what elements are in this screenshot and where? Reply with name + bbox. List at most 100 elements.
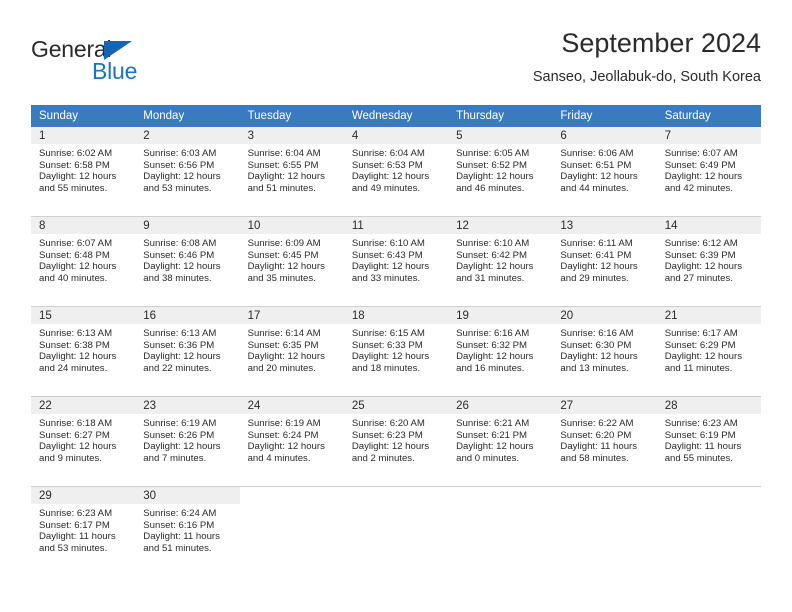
calendar-week-row: 1 Sunrise: 6:02 AM Sunset: 6:58 PM Daylight…: [31, 127, 761, 216]
sunset-text: Sunset: 6:33 PM: [351, 339, 423, 351]
day-cell[interactable]: 17 Sunrise: 6:14 AM Sunset: 6:35 PM Dayligh…: [239, 307, 344, 396]
day-cell[interactable]: 13 Sunrise: 6:11 AM Sunset: 6:41 PM Dayligh…: [552, 217, 657, 306]
day-cell[interactable]: 25 Sunrise: 6:20 AM Sunset: 6:23 PM Dayligh…: [343, 397, 449, 486]
day-cell[interactable]: 20 Sunrise: 6:16 AM Sunset: 6:30 PM Dayligh…: [552, 307, 657, 396]
day-cell[interactable]: 23 Sunrise: 6:19 AM Sunset: 6:26 PM Dayligh…: [135, 397, 240, 486]
daylight-text-line2: and 29 minutes.: [560, 272, 629, 284]
calendar-cell: 17 Sunrise: 6:14 AM Sunset: 6:35 PM Dayligh…: [239, 307, 344, 396]
day-cell[interactable]: 5 Sunrise: 6:05 AM Sunset: 6:52 PM Daylight…: [448, 127, 553, 216]
day-cell-empty: [656, 487, 761, 576]
day-number: 13: [552, 217, 657, 234]
day-details: Sunrise: 6:13 AM Sunset: 6:38 PM Daylight:…: [31, 324, 135, 374]
calendar-table: Sunday Monday Tuesday Wednesday Thursday…: [31, 105, 761, 576]
day-number: 27: [552, 397, 657, 414]
day-details: Sunrise: 6:04 AM Sunset: 6:53 PM Daylight:…: [344, 144, 448, 194]
day-details: Sunrise: 6:13 AM Sunset: 6:36 PM Daylight:…: [135, 324, 239, 374]
calendar-cell: 18 Sunrise: 6:15 AM Sunset: 6:33 PM Dayligh…: [343, 307, 449, 396]
sunrise-text: Sunrise: 6:03 AM: [143, 148, 217, 159]
day-cell[interactable]: 11 Sunrise: 6:10 AM Sunset: 6:43 PM Dayligh…: [343, 217, 449, 306]
day-details: Sunrise: 6:12 AM Sunset: 6:39 PM Daylight:…: [657, 234, 761, 284]
day-cell-empty: [448, 487, 553, 576]
sunset-text: Sunset: 6:56 PM: [143, 159, 215, 171]
daylight-text-line2: and 53 minutes.: [39, 542, 108, 554]
daylight-text-line1: Daylight: 12 hours: [351, 261, 430, 273]
calendar-cell: 27 Sunrise: 6:22 AM Sunset: 6:20 PM Dayligh…: [552, 397, 657, 486]
day-cell[interactable]: 28 Sunrise: 6:23 AM Sunset: 6:19 PM Dayligh…: [656, 397, 761, 486]
sunset-text: Sunset: 6:46 PM: [143, 249, 215, 261]
day-cell[interactable]: 22 Sunrise: 6:18 AM Sunset: 6:27 PM Dayligh…: [31, 397, 136, 486]
daylight-text-line2: and 13 minutes.: [560, 362, 629, 374]
daylight-text-line1: Daylight: 12 hours: [39, 351, 117, 363]
daylight-text-line1: Daylight: 12 hours: [351, 351, 430, 363]
calendar-cell: 24 Sunrise: 6:19 AM Sunset: 6:24 PM Dayligh…: [239, 397, 344, 486]
daylight-text-line2: and 33 minutes.: [351, 272, 421, 284]
sunrise-text: Sunrise: 6:09 AM: [247, 238, 321, 249]
sunrise-text: Sunrise: 6:22 AM: [560, 418, 634, 429]
day-number: [448, 487, 552, 504]
sunset-text: Sunset: 6:52 PM: [456, 159, 528, 171]
day-number: 24: [239, 397, 344, 414]
general-blue-logo[interactable]: General Blue: [31, 36, 231, 90]
day-cell[interactable]: 30 Sunrise: 6:24 AM Sunset: 6:16 PM Dayligh…: [135, 487, 240, 576]
sunrise-text: Sunrise: 6:13 AM: [143, 328, 217, 339]
day-cell[interactable]: 27 Sunrise: 6:22 AM Sunset: 6:20 PM Dayligh…: [552, 397, 657, 486]
daylight-text-line1: Daylight: 12 hours: [247, 441, 325, 453]
day-cell[interactable]: 12 Sunrise: 6:10 AM Sunset: 6:42 PM Dayligh…: [448, 217, 553, 306]
daylight-text-line1: Daylight: 12 hours: [143, 261, 221, 273]
weekday-header-tuesday: Tuesday: [239, 105, 344, 127]
daylight-text-line2: and 49 minutes.: [351, 182, 421, 194]
sunset-text: Sunset: 6:43 PM: [351, 249, 423, 261]
calendar-cell: 2 Sunrise: 6:03 AM Sunset: 6:56 PM Daylight…: [135, 127, 240, 216]
sunset-text: Sunset: 6:29 PM: [664, 339, 736, 351]
sunrise-text: Sunrise: 6:11 AM: [560, 238, 633, 249]
day-number: 29: [31, 487, 136, 504]
calendar-cell: 4 Sunrise: 6:04 AM Sunset: 6:53 PM Daylight…: [343, 127, 449, 216]
sunrise-text: Sunrise: 6:16 AM: [560, 328, 634, 339]
day-cell[interactable]: 8 Sunrise: 6:07 AM Sunset: 6:48 PM Daylight…: [31, 217, 136, 306]
sunset-text: Sunset: 6:55 PM: [247, 159, 319, 171]
day-cell[interactable]: 1 Sunrise: 6:02 AM Sunset: 6:58 PM Daylight…: [31, 127, 136, 216]
sunset-text: Sunset: 6:58 PM: [39, 159, 110, 171]
logo-text-blue: Blue: [92, 58, 138, 84]
daylight-text-line2: and 53 minutes.: [143, 182, 212, 194]
daylight-text-line1: Daylight: 12 hours: [351, 441, 430, 453]
day-number: 12: [448, 217, 553, 234]
day-cell[interactable]: 3 Sunrise: 6:04 AM Sunset: 6:55 PM Daylight…: [239, 127, 344, 216]
day-cell[interactable]: 19 Sunrise: 6:16 AM Sunset: 6:32 PM Dayligh…: [448, 307, 553, 396]
sunrise-text: Sunrise: 6:20 AM: [351, 418, 425, 429]
sunrise-text: Sunrise: 6:21 AM: [456, 418, 530, 429]
day-number: 17: [239, 307, 344, 324]
sunset-text: Sunset: 6:53 PM: [351, 159, 423, 171]
daylight-text-line1: Daylight: 12 hours: [664, 351, 743, 363]
day-cell[interactable]: 10 Sunrise: 6:09 AM Sunset: 6:45 PM Dayligh…: [239, 217, 344, 306]
day-cell[interactable]: 4 Sunrise: 6:04 AM Sunset: 6:53 PM Daylight…: [343, 127, 449, 216]
day-cell[interactable]: 26 Sunrise: 6:21 AM Sunset: 6:21 PM Dayligh…: [448, 397, 553, 486]
day-cell[interactable]: 7 Sunrise: 6:07 AM Sunset: 6:49 PM Daylight…: [656, 127, 761, 216]
day-cell[interactable]: 6 Sunrise: 6:06 AM Sunset: 6:51 PM Daylight…: [552, 127, 657, 216]
day-cell[interactable]: 15 Sunrise: 6:13 AM Sunset: 6:38 PM Dayligh…: [31, 307, 136, 396]
day-cell[interactable]: 29 Sunrise: 6:23 AM Sunset: 6:17 PM Dayligh…: [31, 487, 136, 576]
sunrise-text: Sunrise: 6:14 AM: [247, 328, 321, 339]
sunrise-text: Sunrise: 6:10 AM: [351, 238, 425, 249]
day-cell[interactable]: 18 Sunrise: 6:15 AM Sunset: 6:33 PM Dayligh…: [343, 307, 449, 396]
day-cell[interactable]: 14 Sunrise: 6:12 AM Sunset: 6:39 PM Dayligh…: [656, 217, 761, 306]
day-number: 7: [656, 127, 761, 144]
day-cell[interactable]: 21 Sunrise: 6:17 AM Sunset: 6:29 PM Dayligh…: [656, 307, 761, 396]
weekday-header-row: Sunday Monday Tuesday Wednesday Thursday…: [31, 105, 761, 127]
day-details: Sunrise: 6:21 AM Sunset: 6:21 PM Daylight:…: [448, 414, 552, 464]
day-details: Sunrise: 6:23 AM Sunset: 6:19 PM Daylight:…: [657, 414, 761, 464]
day-cell[interactable]: 16 Sunrise: 6:13 AM Sunset: 6:36 PM Dayligh…: [135, 307, 240, 396]
daylight-text-line1: Daylight: 12 hours: [39, 171, 117, 183]
calendar-cell: [448, 487, 553, 576]
calendar-week-row: 8 Sunrise: 6:07 AM Sunset: 6:48 PM Daylight…: [31, 217, 761, 306]
day-cell[interactable]: 2 Sunrise: 6:03 AM Sunset: 6:56 PM Daylight…: [135, 127, 240, 216]
day-cell[interactable]: 24 Sunrise: 6:19 AM Sunset: 6:24 PM Dayligh…: [239, 397, 344, 486]
daylight-text-line1: Daylight: 12 hours: [560, 351, 638, 363]
sunrise-text: Sunrise: 6:06 AM: [560, 148, 634, 159]
calendar-cell: 29 Sunrise: 6:23 AM Sunset: 6:17 PM Dayligh…: [31, 487, 136, 576]
calendar-head: Sunday Monday Tuesday Wednesday Thursday…: [31, 105, 761, 127]
day-cell[interactable]: 9 Sunrise: 6:08 AM Sunset: 6:46 PM Daylight…: [135, 217, 240, 306]
daylight-text-line1: Daylight: 12 hours: [247, 351, 325, 363]
calendar-cell: 25 Sunrise: 6:20 AM Sunset: 6:23 PM Dayligh…: [343, 397, 449, 486]
day-number: 18: [343, 307, 449, 324]
